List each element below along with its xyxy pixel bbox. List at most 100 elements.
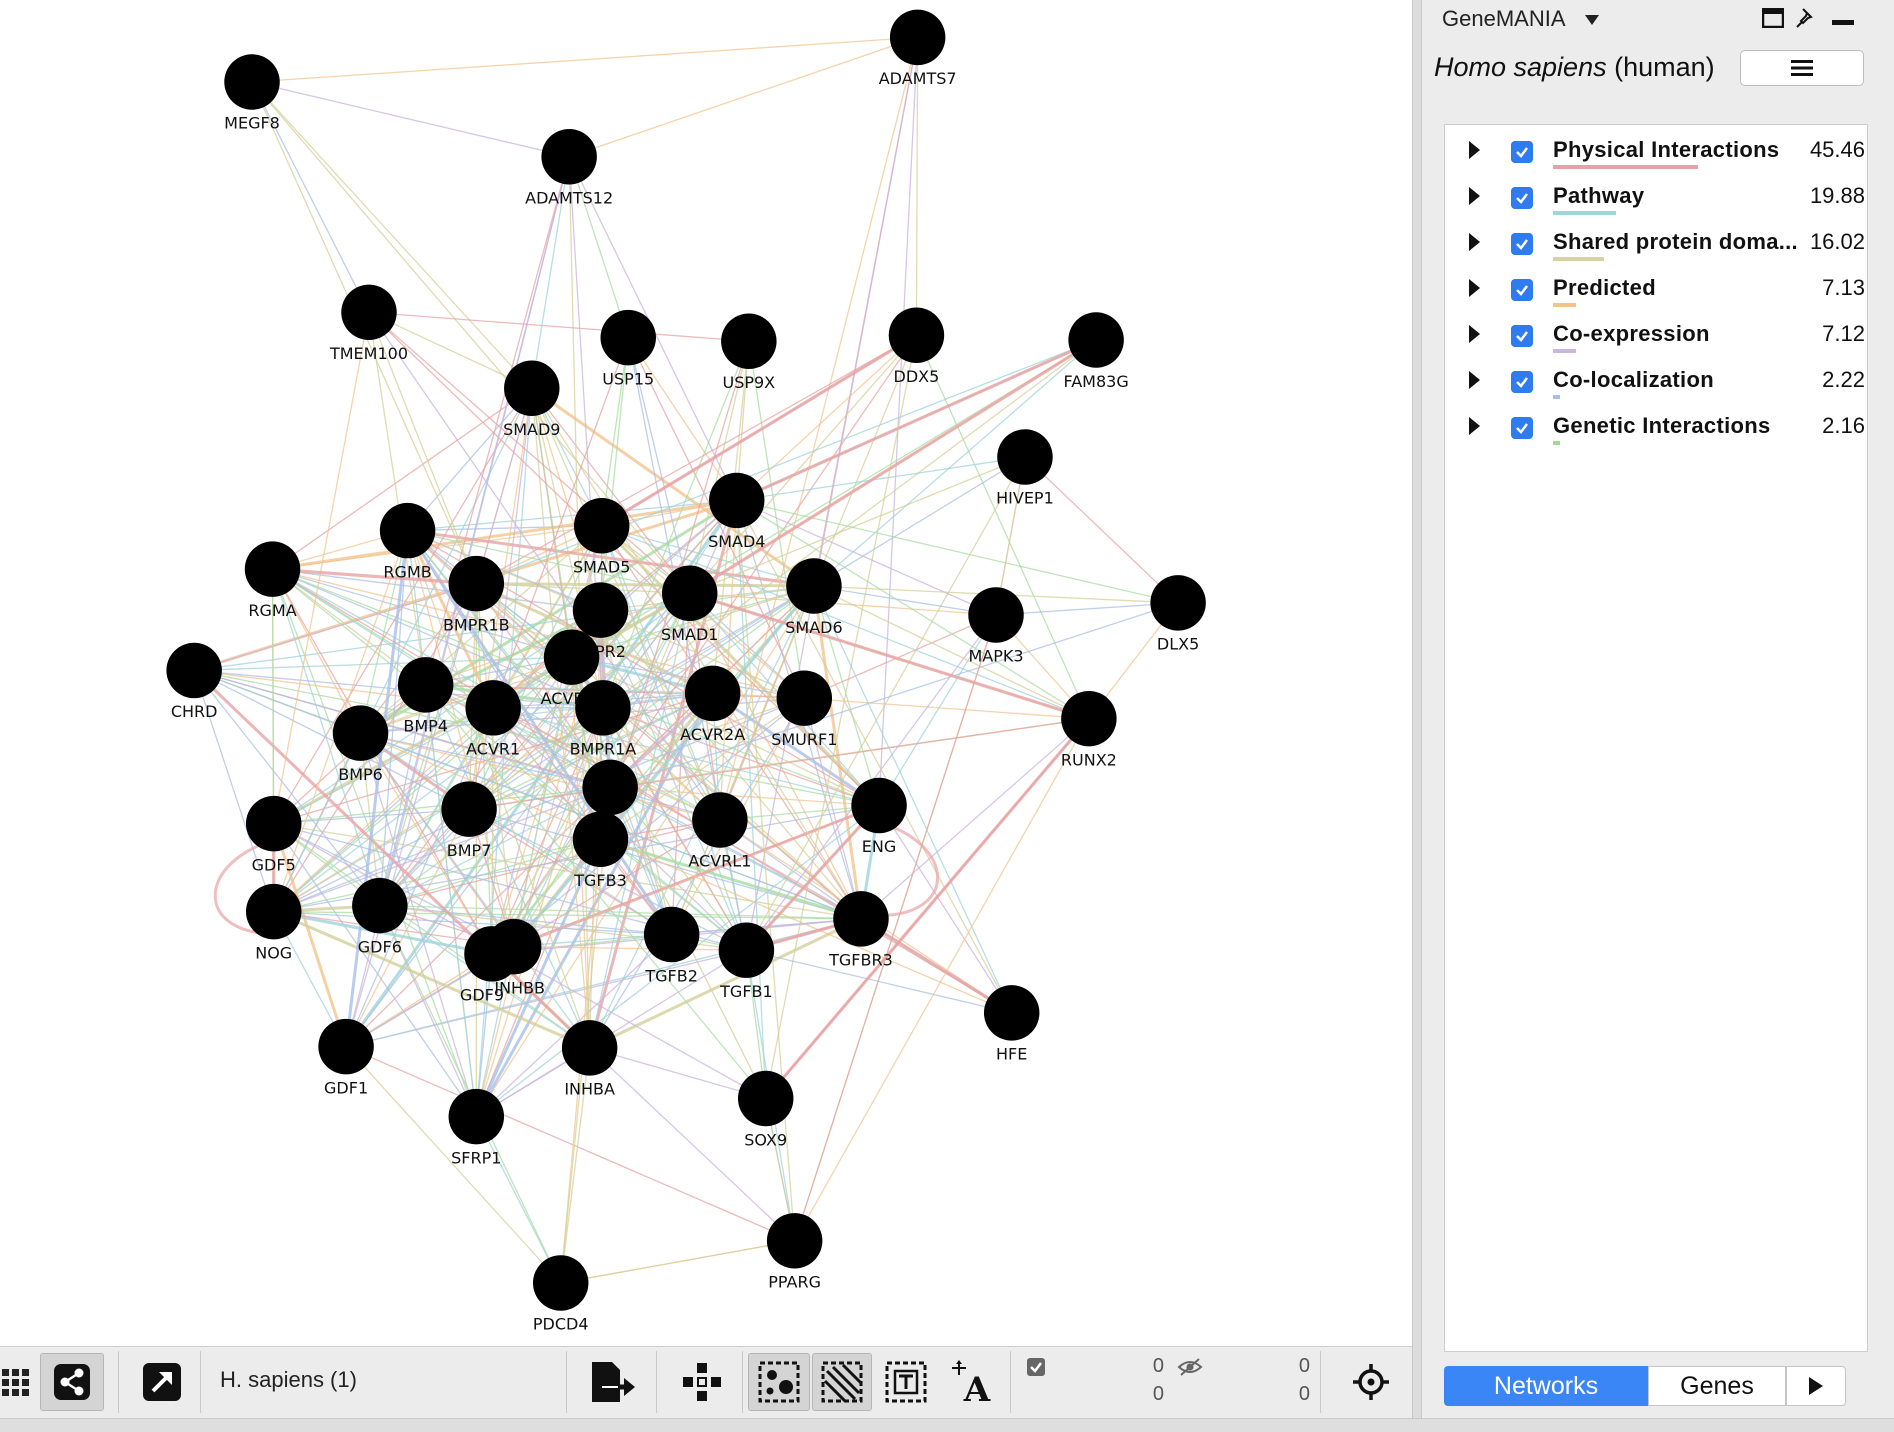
pin-icon[interactable] [1794,6,1818,30]
gene-node-pdcd4[interactable]: PDCD4 [533,1255,589,1334]
gene-node-circle[interactable] [786,558,842,614]
network-checkbox[interactable] [1511,233,1533,255]
gene-node-circle[interactable] [224,54,280,110]
gene-node-circle[interactable] [379,502,436,559]
panel-title[interactable]: GeneMANIA [1442,6,1600,32]
gene-node-circle[interactable] [1068,312,1124,368]
expand-arrow-icon[interactable] [1469,325,1480,343]
minimize-icon[interactable] [1832,20,1854,26]
select-annotations-button[interactable] [878,1353,934,1411]
gene-node-circle[interactable] [572,582,629,638]
gene-node-chrd[interactable]: CHRD [166,642,222,721]
grid-view-button[interactable] [0,1353,32,1411]
gene-node-circle[interactable] [662,565,718,622]
gene-node-circle[interactable] [448,555,505,612]
network-checkbox[interactable] [1511,141,1533,163]
network-row[interactable]: Co-expression 7.12 [1445,315,1867,355]
gene-node-sox9[interactable]: SOX9 [737,1070,794,1149]
gene-node-circle[interactable] [776,670,833,726]
maximize-icon[interactable] [1762,8,1784,28]
gene-node-sfrp1[interactable]: SFRP1 [448,1088,505,1167]
gene-node-megf8[interactable]: MEGF8 [224,54,280,133]
gene-node-circle[interactable] [600,309,656,366]
network-row[interactable]: Predicted 7.13 [1445,269,1867,309]
gene-node-circle[interactable] [543,629,600,685]
tab-networks[interactable]: Networks [1444,1366,1648,1406]
gene-node-circle[interactable] [245,795,302,852]
expand-arrow-icon[interactable] [1469,187,1480,205]
expand-arrow-icon[interactable] [1469,279,1480,297]
expand-arrow-icon[interactable] [1469,371,1480,389]
gene-node-bmpr1b[interactable]: BMPR1B [443,555,510,634]
gene-node-circle[interactable] [575,680,631,736]
apply-layout-button[interactable] [676,1353,728,1411]
tab-next-button[interactable] [1786,1366,1846,1406]
network-row[interactable]: Physical Interactions 45.46 [1445,131,1867,171]
gene-node-tgfb1[interactable]: TGFB1 [718,922,775,1001]
gene-node-gdf1[interactable]: GDF1 [318,1018,374,1097]
gene-node-circle[interactable] [448,1088,505,1145]
tab-genes[interactable]: Genes [1648,1366,1786,1406]
gene-node-gdf6[interactable]: GDF6 [352,877,408,956]
gene-node-smad6[interactable]: SMAD6 [785,558,843,637]
network-canvas[interactable]: MEGF8 ADAMTS7 ADAMTS12 TMEM100 USP15 USP9X DDX… [0,0,1412,1346]
gene-node-circle[interactable] [983,985,1040,1041]
gene-node-circle[interactable] [332,705,389,761]
gene-node-circle[interactable] [166,642,222,699]
gene-node-acvr1[interactable]: ACVR1 [465,680,521,759]
gene-node-hfe[interactable]: HFE [983,985,1040,1064]
fit-network-button[interactable] [1346,1353,1396,1411]
network-checkbox[interactable] [1511,417,1533,439]
gene-node-usp15[interactable]: USP15 [600,309,656,388]
gene-node-circle[interactable] [833,891,889,947]
network-row[interactable]: Pathway 19.88 [1445,177,1867,217]
gene-node-rgma[interactable]: RGMA [244,541,301,620]
gene-node-circle[interactable] [888,307,945,363]
select-nodes-button[interactable] [748,1353,810,1411]
gene-node-inhba[interactable]: INHBA [561,1020,618,1099]
select-edges-button[interactable] [812,1353,872,1411]
gene-node-circle[interactable] [485,918,542,975]
network-checkbox[interactable] [1511,187,1533,209]
gene-node-circle[interactable] [737,1070,794,1127]
gene-node-tgfb3[interactable]: TGFB3 [572,811,629,890]
network-row[interactable]: Genetic Interactions 2.16 [1445,407,1867,447]
gene-node-hivep1[interactable]: HIVEP1 [996,429,1054,508]
gene-node-circle[interactable] [684,665,741,722]
gene-node-circle[interactable] [643,906,700,963]
gene-node-circle[interactable] [968,587,1024,643]
add-text-annotation-button[interactable]: A [944,1353,1000,1411]
gene-node-circle[interactable] [541,129,597,185]
network-row[interactable]: Co-localization 2.22 [1445,361,1867,401]
gene-node-acvrl1[interactable]: ACVRL1 [688,792,751,871]
network-graph[interactable]: MEGF8 ADAMTS7 ADAMTS12 TMEM100 USP15 USP9X DDX… [0,0,1412,1346]
gene-node-nog[interactable]: NOG [245,883,302,962]
panel-splitter[interactable] [1412,0,1422,1432]
gene-node-mapk3[interactable]: MAPK3 [968,587,1024,666]
gene-node-circle[interactable] [244,541,301,597]
options-menu-button[interactable] [1740,50,1864,86]
gene-node-fam83g[interactable]: FAM83G [1063,312,1129,391]
gene-node-circle[interactable] [441,781,497,837]
network-row[interactable]: Shared protein doma... 16.02 [1445,223,1867,263]
gene-node-circle[interactable] [851,777,907,834]
gene-node-rgmb[interactable]: RGMB [379,502,436,581]
gene-node-circle[interactable] [997,429,1053,485]
gene-node-bmp7[interactable]: BMP7 [441,781,497,860]
expand-arrow-icon[interactable] [1469,417,1480,435]
gene-node-smad5[interactable]: SMAD5 [573,498,630,576]
network-checkbox[interactable] [1511,371,1533,393]
gene-node-smad9[interactable]: SMAD9 [503,360,560,439]
gene-node-circle[interactable] [397,657,454,713]
gene-node-circle[interactable] [766,1213,823,1269]
gene-node-gdf5[interactable]: GDF5 [245,795,302,874]
gene-node-tmem100[interactable]: TMEM100 [329,284,408,363]
network-view-button[interactable] [40,1353,104,1411]
gene-node-runx2[interactable]: RUNX2 [1061,690,1117,769]
gene-node-adamts7[interactable]: ADAMTS7 [879,9,957,88]
gene-node-circle[interactable] [1061,690,1117,747]
gene-node-circle[interactable] [709,472,765,529]
gene-node-circle[interactable] [721,313,777,369]
gene-node-smad4[interactable]: SMAD4 [708,472,765,551]
gene-node-adamts12[interactable]: ADAMTS12 [525,129,613,207]
